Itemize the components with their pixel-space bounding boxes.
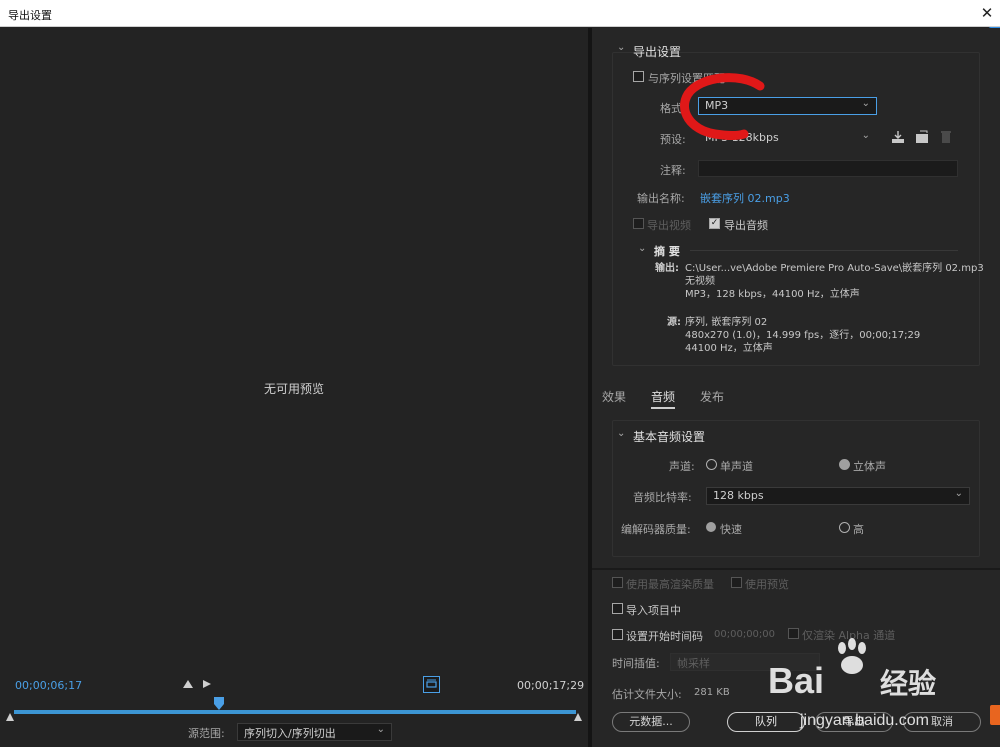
timeline-bar[interactable] xyxy=(14,710,576,714)
bitrate-select[interactable]: 128 kbps ⌄ xyxy=(706,487,970,505)
match-sequence-checkbox[interactable] xyxy=(633,71,644,82)
title-bar: 导出设置 ✕ xyxy=(0,0,1000,27)
summary-output-audio: MP3，128 kbps，44100 Hz，立体声 xyxy=(685,289,860,300)
start-timecode-checkbox[interactable] xyxy=(612,629,623,640)
stereo-radio[interactable] xyxy=(839,459,850,470)
summary-collapse-icon[interactable]: ⌄ xyxy=(638,243,646,254)
orange-corner-icon xyxy=(990,705,1000,725)
chevron-down-icon: ⌄ xyxy=(861,130,870,141)
time-interp-value: 帧采样 xyxy=(677,657,710,670)
source-range-select[interactable]: 序列切入/序列切出 ⌄ xyxy=(237,723,392,741)
summary-source-audio: 44100 Hz，立体声 xyxy=(685,343,773,354)
baidu-watermark: Bai 经验 jingyan.baidu.com xyxy=(760,628,990,738)
playhead-icon[interactable] xyxy=(214,697,224,710)
mark-in-icon[interactable] xyxy=(183,680,193,688)
watermark-brand: Bai xyxy=(768,660,825,701)
summary-header: 摘 要 xyxy=(654,245,680,258)
window-title: 导出设置 xyxy=(8,9,52,22)
time-interp-label: 时间插值: xyxy=(612,657,660,670)
bottom-separator xyxy=(592,568,1000,570)
range-start-handle[interactable] xyxy=(6,713,14,721)
filesize-value: 281 KB xyxy=(694,687,730,698)
summary-divider xyxy=(690,250,958,251)
summary-output-video: 无视频 xyxy=(685,276,715,287)
chevron-down-icon: ⌄ xyxy=(861,98,870,109)
tab-publish[interactable]: 发布 xyxy=(700,388,724,405)
summary-output-text: C:\User...ve\Adobe Premiere Pro Auto-Sav… xyxy=(685,262,984,301)
export-video-checkbox[interactable] xyxy=(633,218,644,229)
export-audio-checkbox[interactable]: ✓ xyxy=(709,218,720,229)
tab-audio[interactable]: 音频 xyxy=(651,388,676,409)
bitrate-label: 音频比特率: xyxy=(633,491,692,504)
save-preset-icon[interactable] xyxy=(890,130,906,144)
metadata-button[interactable]: 元数据... xyxy=(612,712,690,732)
fit-frame-icon[interactable] xyxy=(423,676,440,693)
collapse-icon[interactable]: ⌄ xyxy=(617,42,625,53)
source-range-value: 序列切入/序列切出 xyxy=(244,727,336,740)
output-name-link[interactable]: 嵌套序列 02.mp3 xyxy=(700,190,790,206)
summary-output-label: 输出: xyxy=(655,263,679,274)
export-video-label: 导出视频 xyxy=(647,219,691,232)
filesize-label: 估计文件大小: xyxy=(612,688,682,701)
max-render-label: 使用最高渲染质量 xyxy=(626,578,714,591)
chevron-down-icon: ⌄ xyxy=(954,488,963,499)
mono-label: 单声道 xyxy=(720,460,753,473)
no-preview-message: 无可用预览 xyxy=(264,382,325,396)
delete-preset-icon[interactable] xyxy=(940,130,952,144)
audio-collapse-icon[interactable]: ⌄ xyxy=(617,428,625,439)
source-range-label: 源范围: xyxy=(188,727,225,740)
import-project-label: 导入项目中 xyxy=(626,604,681,617)
summary-source-video: 480x270 (1.0)，14.999 fps，逐行，00;00;17;29 xyxy=(685,330,921,341)
start-timecode-label: 设置开始时间码 xyxy=(626,630,703,643)
fast-radio[interactable] xyxy=(706,522,716,532)
mono-radio[interactable] xyxy=(706,459,717,470)
high-radio[interactable] xyxy=(839,522,850,533)
close-icon[interactable]: ✕ xyxy=(978,3,996,23)
codec-quality-label: 编解码器质量: xyxy=(621,523,691,536)
range-end-handle[interactable] xyxy=(574,713,582,721)
comment-label: 注释: xyxy=(660,164,686,177)
fast-label: 快速 xyxy=(720,523,742,536)
max-render-checkbox[interactable] xyxy=(612,577,623,588)
import-preset-icon[interactable] xyxy=(914,130,930,144)
red-annotation-mark xyxy=(660,70,770,150)
channels-label: 声道: xyxy=(669,460,695,473)
tab-effects[interactable]: 效果 xyxy=(602,388,626,405)
end-timecode: 00;00;17;29 xyxy=(517,679,585,692)
audio-settings-header: 基本音频设置 xyxy=(633,430,706,444)
output-name-label: 输出名称: xyxy=(637,192,685,205)
watermark-url: jingyan.baidu.com xyxy=(800,712,929,729)
export-settings-header: 导出设置 xyxy=(633,45,682,59)
paw-logo-icon xyxy=(832,638,872,676)
import-project-checkbox[interactable] xyxy=(612,603,623,614)
use-preview-label: 使用预览 xyxy=(745,578,789,591)
chevron-down-icon: ⌄ xyxy=(376,724,385,735)
watermark-brand-cn: 经验 xyxy=(880,667,937,700)
bitrate-value: 128 kbps xyxy=(713,489,764,502)
summary-source-name: 序列, 嵌套序列 02 xyxy=(685,317,768,328)
use-preview-checkbox[interactable] xyxy=(731,577,742,588)
stereo-label: 立体声 xyxy=(853,460,886,473)
mark-out-icon[interactable] xyxy=(203,680,211,688)
summary-output-path: C:\User...ve\Adobe Premiere Pro Auto-Sav… xyxy=(685,263,984,274)
high-label: 高 xyxy=(853,523,864,536)
comment-input[interactable] xyxy=(698,160,958,177)
summary-source-text: 序列, 嵌套序列 02 480x270 (1.0)，14.999 fps，逐行，… xyxy=(685,316,975,355)
summary-source-label: 源: xyxy=(667,317,681,328)
current-timecode[interactable]: 00;00;06;17 xyxy=(15,679,82,692)
export-audio-label: 导出音频 xyxy=(724,219,768,232)
